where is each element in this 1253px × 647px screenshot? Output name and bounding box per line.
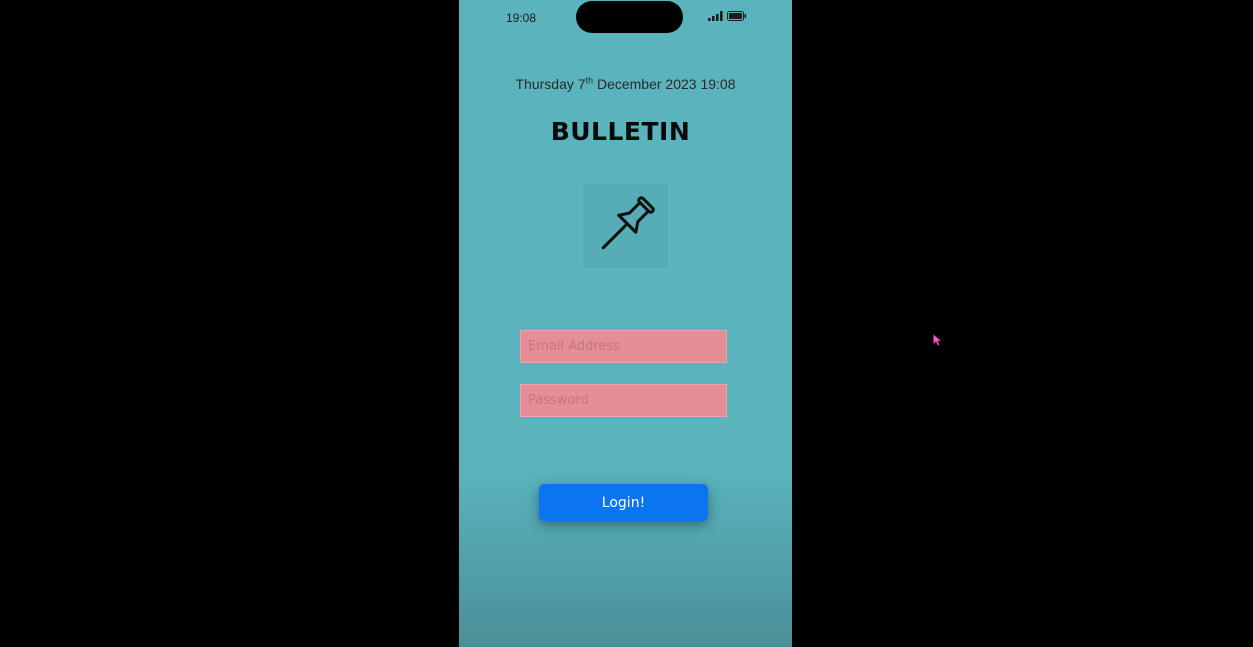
mouse-cursor-icon <box>933 334 942 346</box>
date-ordinal-suffix: th <box>585 75 594 86</box>
phone-screen: 19:08 Thursday 7th December 2023 19:08 B… <box>459 0 792 647</box>
date-day: Thursday 7 <box>515 76 586 92</box>
date-month-year-time: December 2023 19:08 <box>593 76 736 92</box>
password-field[interactable] <box>520 384 727 417</box>
email-field[interactable] <box>520 330 727 363</box>
signal-icon <box>708 11 723 21</box>
current-datetime: Thursday 7th December 2023 19:08 <box>459 76 792 92</box>
screen-area: 19:08 Thursday 7th December 2023 19:08 B… <box>0 0 1253 647</box>
app-logo <box>583 183 668 268</box>
app-title: BULLETIN <box>550 117 691 146</box>
dynamic-island <box>576 1 683 33</box>
battery-icon <box>727 11 746 21</box>
login-button[interactable]: Login! <box>539 484 708 521</box>
status-bar-time: 19:08 <box>506 11 537 25</box>
pushpin-icon <box>601 196 655 250</box>
